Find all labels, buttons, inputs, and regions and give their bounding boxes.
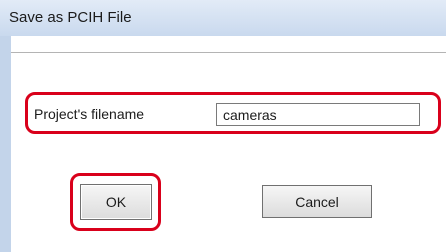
title-bar[interactable]: Save as PCIH File	[0, 0, 446, 36]
cancel-button[interactable]: Cancel	[262, 185, 372, 218]
filename-input[interactable]	[216, 103, 420, 126]
dialog-body: Project's filename OK Cancel	[11, 36, 446, 252]
filename-label: Project's filename	[34, 106, 145, 122]
window-frame	[0, 36, 11, 252]
divider	[11, 52, 446, 54]
window-title: Save as PCIH File	[9, 9, 132, 26]
save-dialog: Save as PCIH File Project's filename OK …	[0, 0, 446, 252]
ok-button[interactable]: OK	[80, 184, 152, 220]
